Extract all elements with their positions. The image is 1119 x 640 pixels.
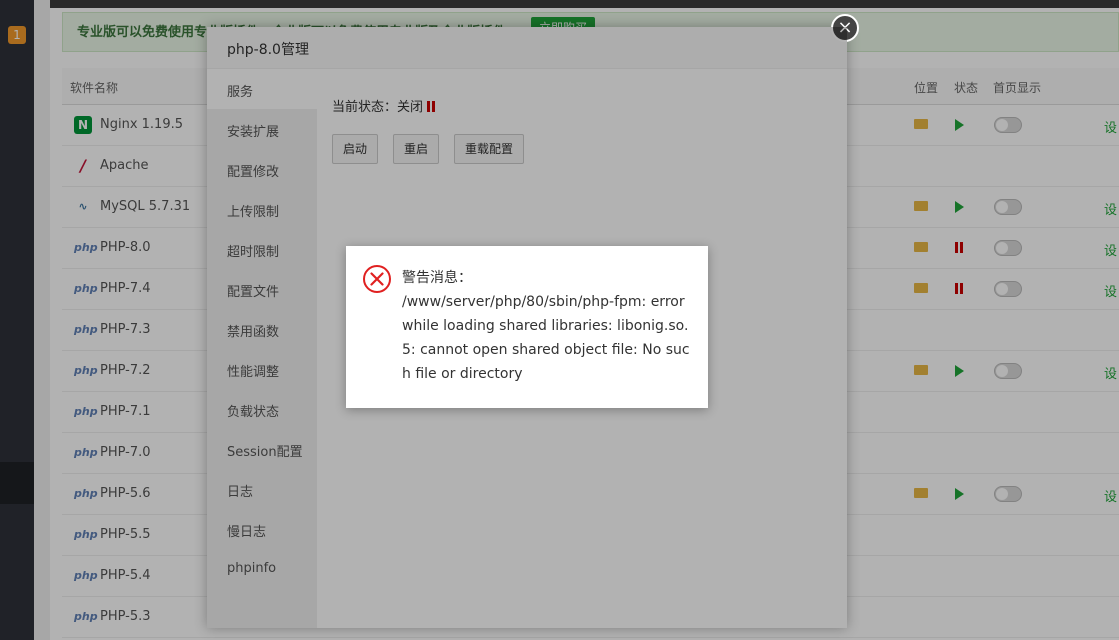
warning-alert: 警告消息： /www/server/php/80/sbin/php-fpm: e… <box>346 246 708 408</box>
alert-body: /www/server/php/80/sbin/php-fpm: error w… <box>402 294 690 382</box>
error-icon <box>363 265 391 293</box>
alert-message: 警告消息： /www/server/php/80/sbin/php-fpm: e… <box>402 266 692 386</box>
alert-title: 警告消息： <box>402 270 472 286</box>
